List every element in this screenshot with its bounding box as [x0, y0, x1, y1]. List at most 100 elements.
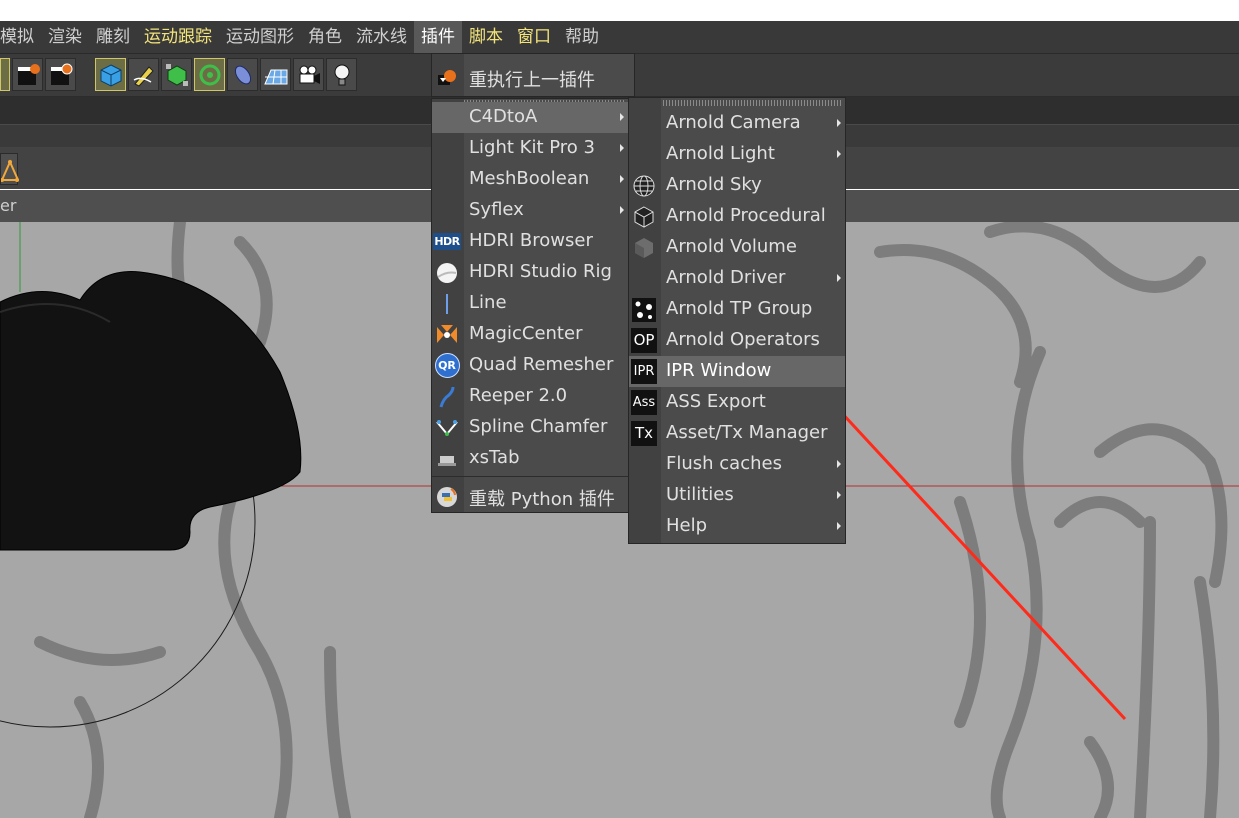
ipr-icon: IPR — [631, 359, 657, 384]
render-toolbar-group — [0, 58, 76, 92]
menu-separator — [432, 476, 628, 477]
menu-help[interactable]: 帮助 — [558, 21, 606, 53]
subdivision-button[interactable] — [161, 58, 192, 91]
c4dtoa-item-arnold-driver[interactable]: Arnold Driver — [629, 263, 845, 294]
menu-render[interactable]: 渲染 — [41, 21, 89, 53]
render-settings-button[interactable] — [45, 58, 76, 91]
camera-button[interactable] — [293, 58, 324, 91]
c4dtoa-item-arnold-operators[interactable]: OP Arnold Operators — [629, 325, 845, 356]
render-view-button[interactable] — [12, 58, 43, 91]
light-bulb-icon — [334, 64, 349, 85]
c4dtoa-item-label: ASS Export — [666, 391, 766, 412]
ipr-icon-text: IPR — [631, 359, 657, 384]
c4dtoa-item-label: Arnold Driver — [666, 267, 786, 288]
menu-tear-off[interactable] — [663, 100, 841, 106]
plugins-item-xstab[interactable]: xsTab — [432, 443, 628, 474]
light-button[interactable] — [326, 58, 357, 91]
submenu-arrow-icon — [620, 175, 624, 183]
menu-character[interactable]: 角色 — [301, 21, 349, 53]
plugins-item-meshboolean[interactable]: MeshBoolean — [432, 164, 628, 195]
render-region-button[interactable] — [0, 58, 10, 91]
deformer-button[interactable] — [227, 58, 258, 91]
reload-python-plugins-item[interactable]: 重载 Python 插件 — [432, 481, 628, 512]
qr-icon: QR — [434, 353, 460, 378]
plugins-item-label: Spline Chamfer — [469, 416, 608, 437]
qr-icon-text: QR — [434, 353, 460, 378]
hdr-icon-text: HDR — [433, 233, 461, 250]
rerun-plugin-icon — [434, 65, 460, 90]
menu-simulate[interactable]: 模拟 — [0, 21, 41, 53]
c4dtoa-item-flush-caches[interactable]: Flush caches — [629, 449, 845, 480]
c4dtoa-item-ipr-window[interactable]: IPR IPR Window — [629, 356, 845, 387]
chamfer-icon — [434, 415, 460, 440]
floor-button[interactable] — [260, 58, 291, 91]
plugins-item-label: 重载 Python 插件 — [469, 489, 615, 510]
viewport-tool-button[interactable] — [0, 153, 20, 185]
plugins-item-syflex[interactable]: Syflex — [432, 195, 628, 226]
plugins-item-hdri-browser[interactable]: HDR HDRI Browser — [432, 226, 628, 257]
subdivision-cube-icon — [165, 63, 188, 86]
c4dtoa-item-label: Arnold Procedural — [666, 205, 826, 226]
python-icon — [434, 484, 460, 509]
submenu-arrow-icon — [620, 144, 624, 152]
plugins-item-magiccenter[interactable]: MagicCenter — [432, 319, 628, 350]
camera-icon — [299, 65, 320, 84]
op-icon-text: OP — [631, 328, 657, 353]
c4dtoa-item-asset-tx-manager[interactable]: Tx Asset/Tx Manager — [629, 418, 845, 449]
tx-icon-text: Tx — [631, 421, 657, 446]
plugins-item-reeper[interactable]: Reeper 2.0 — [432, 381, 628, 412]
ass-icon: Ass — [631, 390, 657, 415]
plugins-item-label: Reeper 2.0 — [469, 385, 568, 406]
cube-button[interactable] — [95, 58, 126, 91]
cloner-button[interactable] — [194, 58, 225, 91]
menu-mograph[interactable]: 运动图形 — [219, 21, 301, 53]
c4dtoa-item-arnold-light[interactable]: Arnold Light — [629, 139, 845, 170]
plugins-item-quad-remesher[interactable]: QR Quad Remesher — [432, 350, 628, 381]
menu-plugins[interactable]: 插件 — [414, 21, 462, 53]
plugins-item-line[interactable]: Line — [432, 288, 628, 319]
plugins-menu: C4DtoA Light Kit Pro 3 MeshBoolean Syfle… — [431, 98, 629, 513]
c4dtoa-item-utilities[interactable]: Utilities — [629, 480, 845, 511]
c4dtoa-item-help[interactable]: Help — [629, 511, 845, 542]
rerun-last-plugin-item[interactable]: 重执行上一插件 — [432, 62, 634, 93]
submenu-arrow-icon — [837, 522, 841, 530]
line-icon — [434, 291, 460, 316]
menu-script[interactable]: 脚本 — [462, 21, 510, 53]
tx-icon: Tx — [631, 421, 657, 446]
c4dtoa-item-ass-export[interactable]: Ass ASS Export — [629, 387, 845, 418]
plugins-item-label: C4DtoA — [469, 106, 538, 127]
menu-window[interactable]: 窗口 — [510, 21, 558, 53]
c4dtoa-item-arnold-camera[interactable]: Arnold Camera — [629, 108, 845, 139]
rerun-plugin-label: 重执行上一插件 — [469, 70, 595, 91]
submenu-arrow-icon — [837, 460, 841, 468]
plugins-item-light-kit-pro[interactable]: Light Kit Pro 3 — [432, 133, 628, 164]
c4dtoa-item-arnold-tp-group[interactable]: Arnold TP Group — [629, 294, 845, 325]
floor-grid-icon — [263, 69, 287, 84]
pen-icon — [133, 65, 154, 87]
particles-icon — [631, 297, 657, 322]
c4dtoa-item-label: Arnold Sky — [666, 174, 762, 195]
menu-sculpt[interactable]: 雕刻 — [89, 21, 137, 53]
deformer-icon — [234, 65, 251, 84]
pen-button[interactable] — [128, 58, 159, 91]
viewport-title: er — [0, 196, 17, 215]
c4dtoa-item-label: Arnold Volume — [666, 236, 797, 257]
plugins-item-c4dtoa[interactable]: C4DtoA — [432, 102, 628, 133]
submenu-arrow-icon — [837, 119, 841, 127]
volume-cube-icon — [631, 235, 657, 260]
c4dtoa-item-arnold-procedural[interactable]: Arnold Procedural — [629, 201, 845, 232]
menu-motion-tracking[interactable]: 运动跟踪 — [137, 21, 219, 53]
plugins-item-hdri-studio-rig[interactable]: HDRI Studio Rig — [432, 257, 628, 288]
c4dtoa-item-label: Utilities — [666, 484, 734, 505]
c4dtoa-item-label: Arnold Light — [666, 143, 775, 164]
cube-wire-icon — [631, 204, 657, 229]
c4dtoa-item-arnold-volume[interactable]: Arnold Volume — [629, 232, 845, 263]
c4dtoa-item-arnold-sky[interactable]: Arnold Sky — [629, 170, 845, 201]
rope-icon — [434, 384, 460, 409]
menu-pipeline[interactable]: 流水线 — [349, 21, 414, 53]
sphere-icon — [434, 260, 460, 285]
plugins-item-spline-chamfer[interactable]: Spline Chamfer — [432, 412, 628, 443]
mesh-object[interactable] — [0, 271, 302, 551]
c4dtoa-item-label: Asset/Tx Manager — [666, 422, 828, 443]
plugins-menu-header: 重执行上一插件 — [431, 53, 635, 97]
